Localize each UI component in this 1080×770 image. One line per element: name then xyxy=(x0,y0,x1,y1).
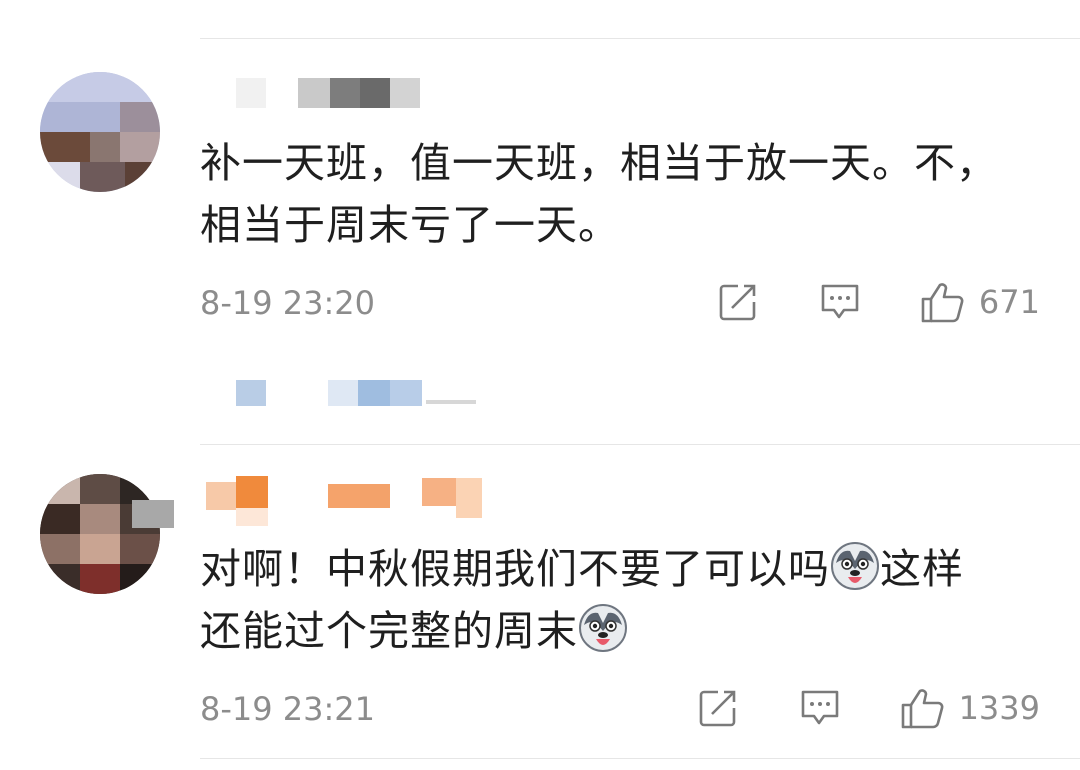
username[interactable] xyxy=(200,474,500,526)
avatar[interactable] xyxy=(40,72,160,192)
divider xyxy=(200,758,1080,759)
action-bar: 671 xyxy=(715,278,1040,326)
comment-text-segment: 对啊！中秋假期我们不要了可以吗 xyxy=(200,545,830,593)
avatar-badge xyxy=(132,500,174,528)
share-icon[interactable] xyxy=(715,279,761,325)
reply-icon[interactable] xyxy=(797,685,843,731)
replies-preview[interactable] xyxy=(236,380,496,408)
comment-line: 相当于周末亏了一天。 xyxy=(200,201,620,249)
comment-text-segment: 还能过个完整的周末 xyxy=(200,607,578,655)
like-button[interactable]: 1339 xyxy=(899,685,1040,731)
divider xyxy=(200,444,1080,445)
comment-text: 补一天班，值一天班，相当于放一天。不， 相当于周末亏了一天。 xyxy=(200,132,1040,256)
timestamp: 8-19 23:21 xyxy=(200,690,376,728)
username[interactable] xyxy=(236,70,426,110)
comment-line: 还能过个完整的周末 xyxy=(200,600,1040,662)
share-icon[interactable] xyxy=(695,685,741,731)
husky-emoji-icon xyxy=(578,603,628,653)
comment-line: 对啊！中秋假期我们不要了可以吗 这样 xyxy=(200,538,1040,600)
comment-line: 补一天班，值一天班，相当于放一天。不， xyxy=(200,139,998,187)
comment-text: 对啊！中秋假期我们不要了可以吗 这样 还能过个完整的周末 xyxy=(200,538,1040,662)
husky-emoji-icon xyxy=(830,541,880,591)
thumbs-up-icon xyxy=(919,279,965,325)
avatar[interactable] xyxy=(40,474,160,594)
like-button[interactable]: 671 xyxy=(919,279,1040,325)
thumbs-up-icon xyxy=(899,685,945,731)
comment-text-segment: 这样 xyxy=(880,545,964,593)
timestamp: 8-19 23:20 xyxy=(200,284,376,322)
action-bar: 1339 xyxy=(695,684,1040,732)
reply-icon[interactable] xyxy=(817,279,863,325)
like-count: 671 xyxy=(978,283,1040,321)
divider xyxy=(200,38,1080,39)
like-count: 1339 xyxy=(958,689,1040,727)
